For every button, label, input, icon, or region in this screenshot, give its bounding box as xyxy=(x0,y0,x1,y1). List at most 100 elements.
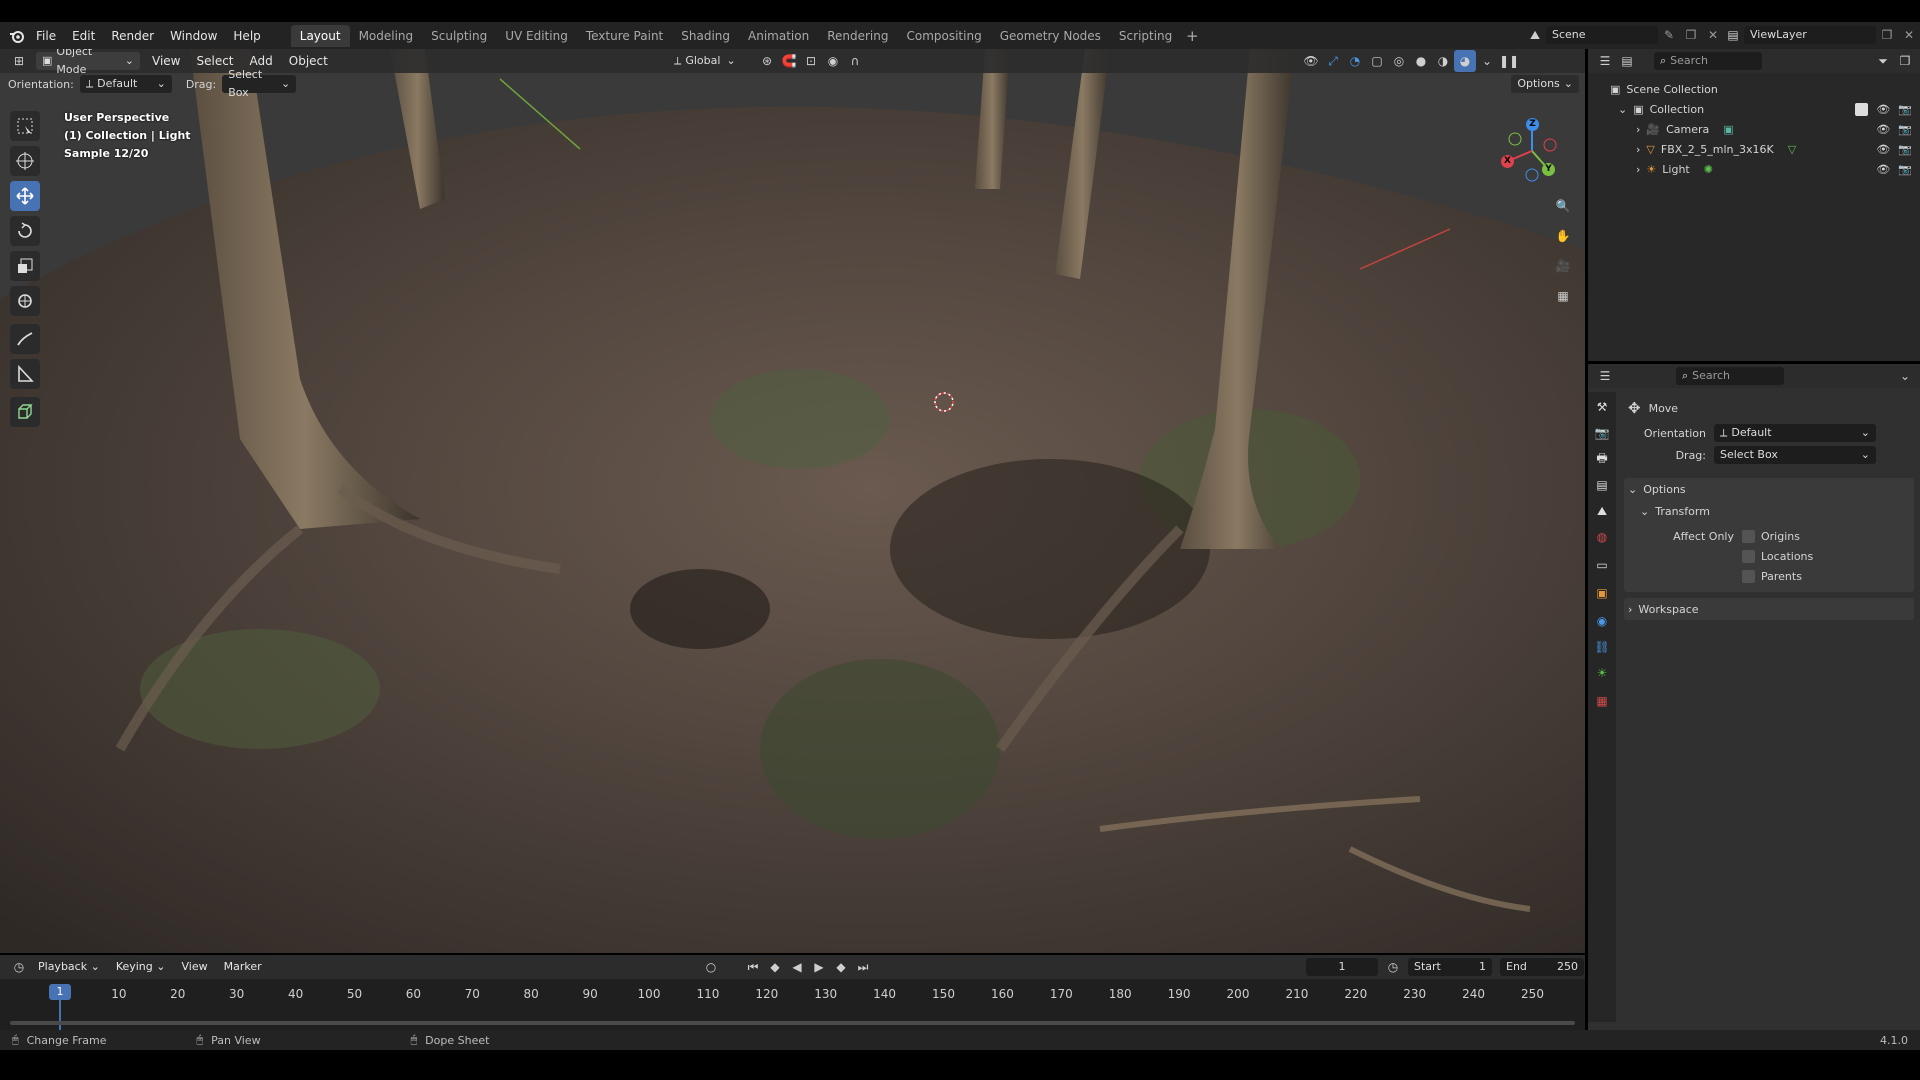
viewport-menu-view[interactable]: View xyxy=(144,50,188,72)
tool-tab-icon[interactable]: ⚒ xyxy=(1591,396,1613,418)
3d-viewport[interactable]: ⊞ ▣ Object Mode ⌄ View Select Add Object… xyxy=(0,49,1585,953)
origins-checkbox[interactable] xyxy=(1742,529,1755,543)
wireframe-shading-icon[interactable]: ◎ xyxy=(1388,50,1410,72)
parents-checkbox[interactable] xyxy=(1742,569,1755,583)
render-icon[interactable]: 📷 xyxy=(1898,143,1912,156)
scene-selector[interactable]: ⛰ Scene ✎ ❐ ✕ xyxy=(1524,24,1724,46)
prop-orientation-dropdown[interactable]: ⟂ Default ⌄ xyxy=(1714,424,1876,442)
menu-edit[interactable]: Edit xyxy=(64,25,103,47)
timeline-track[interactable]: 10 20 30 40 50 60 70 80 90 100 110 120 130 140 150 160 1… xyxy=(0,979,1585,1030)
drag-dropdown[interactable]: Select Box ⌄ xyxy=(222,68,297,99)
pause-render-icon[interactable]: ❚❚ xyxy=(1498,50,1520,72)
options-dropdown[interactable]: Options ⌄ xyxy=(1511,75,1579,93)
scene-name-field[interactable]: Scene xyxy=(1546,26,1658,44)
delete-viewlayer-icon[interactable]: ✕ xyxy=(1898,24,1920,46)
render-icon[interactable]: 📷 xyxy=(1898,163,1912,176)
annotate-tool[interactable] xyxy=(10,324,40,354)
jump-end-icon[interactable]: ⏭ xyxy=(852,956,874,978)
chevron-down-icon[interactable]: ⌄ xyxy=(1894,365,1916,387)
tab-shading[interactable]: Shading xyxy=(672,25,739,47)
transform-subsection-header[interactable]: ⌄ Transform xyxy=(1624,500,1914,522)
gizmo-y-axis[interactable]: Y xyxy=(1542,163,1555,176)
orientation-dropdown[interactable]: ⟂ Default ⌄ xyxy=(79,75,172,93)
outliner-editor-type-icon[interactable]: ☰ xyxy=(1594,50,1616,72)
new-viewlayer-icon[interactable]: ❐ xyxy=(1876,24,1898,46)
timeline-menu-view[interactable]: View xyxy=(173,956,215,978)
eye-icon[interactable]: 👁 xyxy=(1876,163,1890,176)
timeline-editor-type-icon[interactable]: ◷ xyxy=(8,956,30,978)
gizmo-toggle-icon[interactable]: ⤢ xyxy=(1322,50,1344,72)
viewlayer-selector[interactable]: ▤ ViewLayer ❐ ✕ xyxy=(1722,24,1920,46)
render-icon[interactable]: 📷 xyxy=(1898,103,1912,116)
shading-options-icon[interactable]: ⌄ xyxy=(1476,50,1498,72)
playhead-frame-label[interactable]: 1 xyxy=(49,984,71,1000)
timeline-scrollbar[interactable] xyxy=(10,1021,1575,1025)
material-shading-icon[interactable]: ◑ xyxy=(1432,50,1454,72)
pan-hand-icon[interactable]: ✋ xyxy=(1552,225,1574,247)
prev-keyframe-icon[interactable]: ◆ xyxy=(764,956,786,978)
object-tab-icon[interactable]: ▣ xyxy=(1591,582,1613,604)
menu-window[interactable]: Window xyxy=(162,25,225,47)
blender-logo-icon[interactable] xyxy=(6,25,28,47)
constraints-tab-icon[interactable]: ⛓ xyxy=(1591,636,1613,658)
3d-cursor-icon[interactable] xyxy=(933,391,955,416)
tab-compositing[interactable]: Compositing xyxy=(897,25,990,47)
tab-uv-editing[interactable]: UV Editing xyxy=(496,25,577,47)
add-cube-tool[interactable] xyxy=(10,397,40,427)
scene-tab-icon[interactable]: ⛰ xyxy=(1591,500,1613,522)
display-mode-icon[interactable]: ▤ xyxy=(1616,50,1638,72)
viewport-menu-object[interactable]: Object xyxy=(281,50,336,72)
clock-icon[interactable]: ◷ xyxy=(1382,956,1404,978)
properties-search-field[interactable]: ⌕ Search xyxy=(1676,367,1784,385)
tab-texture-paint[interactable]: Texture Paint xyxy=(577,25,672,47)
falloff-icon[interactable]: ∩ xyxy=(844,50,866,72)
pivot-point-icon[interactable]: ⊛ xyxy=(756,50,778,72)
measure-tool[interactable] xyxy=(10,359,40,389)
new-scene-icon[interactable]: ❐ xyxy=(1680,24,1702,46)
tab-animation[interactable]: Animation xyxy=(739,25,818,47)
tab-geometry-nodes[interactable]: Geometry Nodes xyxy=(991,25,1110,47)
rendered-shading-icon[interactable]: ◕ xyxy=(1454,50,1476,72)
filter-icon[interactable]: ⏷ xyxy=(1872,50,1894,72)
eye-icon[interactable]: 👁 xyxy=(1876,103,1890,116)
camera-view-icon[interactable]: 🎥 xyxy=(1552,255,1574,277)
editor-type-icon[interactable]: ⊞ xyxy=(8,50,30,72)
zoom-icon[interactable]: 🔍 xyxy=(1552,195,1574,217)
cursor-tool[interactable] xyxy=(10,146,40,176)
tab-scripting[interactable]: Scripting xyxy=(1110,25,1181,47)
gizmo-z-axis[interactable]: Z xyxy=(1526,118,1539,131)
tab-layout[interactable]: Layout xyxy=(290,24,350,47)
timeline-menu-marker[interactable]: Marker xyxy=(216,956,270,978)
next-keyframe-icon[interactable]: ◆ xyxy=(830,956,852,978)
outliner-item-light[interactable]: › ☀ Light ✺ 👁 📷 xyxy=(1588,159,1920,179)
timeline-menu-keying[interactable]: Keying ⌄ xyxy=(108,956,174,978)
world-tab-icon[interactable]: ◍ xyxy=(1591,526,1613,548)
overlay-toggle-icon[interactable]: ◔ xyxy=(1344,50,1366,72)
output-tab-icon[interactable]: 🖶 xyxy=(1591,448,1613,470)
play-icon[interactable]: ▶ xyxy=(808,956,830,978)
xray-icon[interactable]: ▢ xyxy=(1366,50,1388,72)
menu-file[interactable]: File xyxy=(28,25,64,47)
timeline-ruler[interactable]: 10 20 30 40 50 60 70 80 90 100 110 120 130 140 150 160 1… xyxy=(0,979,1585,1001)
pin-icon[interactable]: ✎ xyxy=(1658,24,1680,46)
current-frame-field[interactable]: 1 xyxy=(1306,958,1378,976)
options-section-header[interactable]: ⌄ Options xyxy=(1624,478,1914,500)
move-tool[interactable] xyxy=(10,181,40,211)
tab-modeling[interactable]: Modeling xyxy=(350,25,423,47)
end-frame-field[interactable]: End 250 xyxy=(1500,958,1584,976)
outliner-item-camera[interactable]: › 🎥 Camera ▣ 👁 📷 xyxy=(1588,119,1920,139)
physics-tab-icon[interactable]: ◉ xyxy=(1591,610,1613,632)
navigation-gizmo[interactable]: Z Y X xyxy=(1496,115,1568,187)
record-icon[interactable]: ○ xyxy=(700,956,722,978)
eye-icon[interactable]: 👁 xyxy=(1876,123,1890,136)
view-layer-tab-icon[interactable]: ▤ xyxy=(1591,474,1613,496)
data-tab-icon[interactable]: ☀ xyxy=(1591,662,1613,684)
texture-tab-icon[interactable]: ▦ xyxy=(1591,690,1613,712)
ortho-grid-icon[interactable]: ▦ xyxy=(1552,285,1574,307)
snap-target-icon[interactable]: ⊡ xyxy=(800,50,822,72)
delete-scene-icon[interactable]: ✕ xyxy=(1702,24,1724,46)
visibility-icon[interactable]: 👁 xyxy=(1300,50,1322,72)
render-icon[interactable]: 📷 xyxy=(1898,123,1912,136)
eye-icon[interactable]: 👁 xyxy=(1876,143,1890,156)
solid-shading-icon[interactable]: ● xyxy=(1410,50,1432,72)
